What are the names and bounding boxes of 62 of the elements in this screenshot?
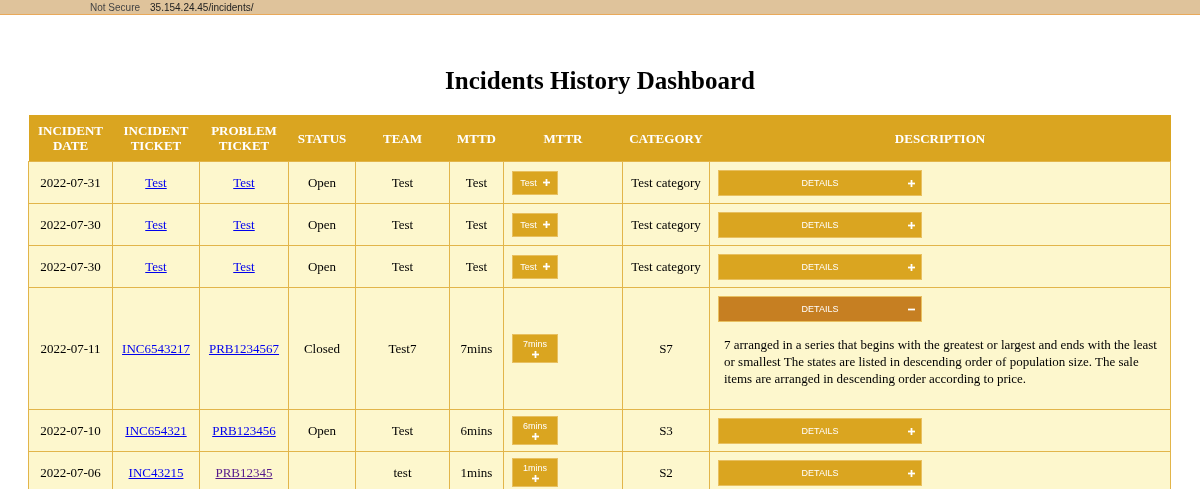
date-cell: 2022-07-30 — [28, 203, 113, 246]
problem-ticket-link[interactable]: PRB1234567 — [208, 340, 280, 356]
page-title: Incidents History Dashboard — [444, 67, 756, 95]
team-cell: test — [355, 451, 450, 489]
date-cell: 2022-07-31 — [28, 161, 113, 204]
incident-ticket-link[interactable]: Test — [145, 174, 167, 190]
column-header: INCIDENT TICKET — [112, 115, 200, 162]
plus-icon — [542, 263, 550, 270]
category-cell: S2 — [622, 451, 710, 489]
mttd-cell: 7mins — [449, 287, 504, 410]
team-cell: Test7 — [355, 287, 450, 410]
status-text: Open — [307, 258, 337, 274]
category-cell: Test category — [622, 245, 710, 288]
mttd-cell: Test — [449, 161, 504, 204]
column-header: PROBLEM TICKET — [199, 115, 289, 162]
column-header: MTTD — [449, 115, 504, 162]
date-cell: 2022-07-10 — [28, 409, 113, 452]
team-cell: Test — [355, 409, 450, 452]
column-header: INCIDENT DATE — [28, 115, 113, 162]
plus-icon — [908, 469, 915, 477]
security-label: Not Secure — [90, 1, 141, 13]
column-header: MTTR — [503, 115, 623, 162]
column-header: CATEGORY — [622, 115, 710, 162]
date-cell: 2022-07-30 — [28, 245, 113, 288]
date-cell: 2022-07-11 — [28, 287, 113, 410]
column-header: TEAM — [355, 115, 450, 162]
problem-ticket-link[interactable]: Test — [233, 216, 255, 232]
incident-ticket-link[interactable]: INC6543217 — [122, 340, 190, 356]
status-text: Open — [307, 216, 337, 232]
problem-ticket-link[interactable]: Test — [233, 258, 255, 274]
category-cell: S3 — [622, 409, 710, 452]
category-cell: Test category — [622, 203, 710, 246]
incident-ticket-link[interactable]: Test — [145, 216, 167, 232]
plus-icon — [531, 433, 539, 440]
plus-icon — [542, 179, 550, 186]
mttd-cell: Test — [449, 245, 504, 288]
description-text: 7 arranged in a series that begins with the greatest or largest and ends with the least or smallest The states are listed in descending order of population size. The sale items are arranged in descending order according to price. — [724, 336, 1158, 387]
plus-icon — [531, 475, 539, 482]
mttd-cell: 1mins — [449, 451, 504, 489]
plus-icon — [908, 263, 915, 271]
category-cell: S7 — [622, 287, 710, 410]
team-cell: Test — [355, 161, 450, 204]
plus-icon — [908, 427, 915, 435]
team-cell: Test — [355, 203, 450, 246]
status-text: Closed — [303, 340, 341, 356]
column-header: STATUS — [288, 115, 356, 162]
incident-ticket-link[interactable]: Test — [145, 258, 167, 274]
column-header: DESCRIPTION — [709, 115, 1171, 162]
date-cell: 2022-07-06 — [28, 451, 113, 489]
team-cell: Test — [355, 245, 450, 288]
status-text: Open — [307, 422, 337, 438]
plus-icon — [908, 221, 915, 229]
mttd-cell: Test — [449, 203, 504, 246]
browser-address-bar[interactable]: Not Secure 35.154.24.45/incidents/ — [0, 0, 1200, 15]
status-text: Open — [307, 174, 337, 190]
address-text: 35.154.24.45/incidents/ — [150, 1, 254, 13]
plus-icon — [531, 351, 539, 358]
category-cell: Test category — [622, 161, 710, 204]
mttd-cell: 6mins — [449, 409, 504, 452]
problem-ticket-link[interactable]: Test — [233, 174, 255, 190]
plus-icon — [542, 221, 550, 228]
plus-icon — [908, 179, 915, 187]
